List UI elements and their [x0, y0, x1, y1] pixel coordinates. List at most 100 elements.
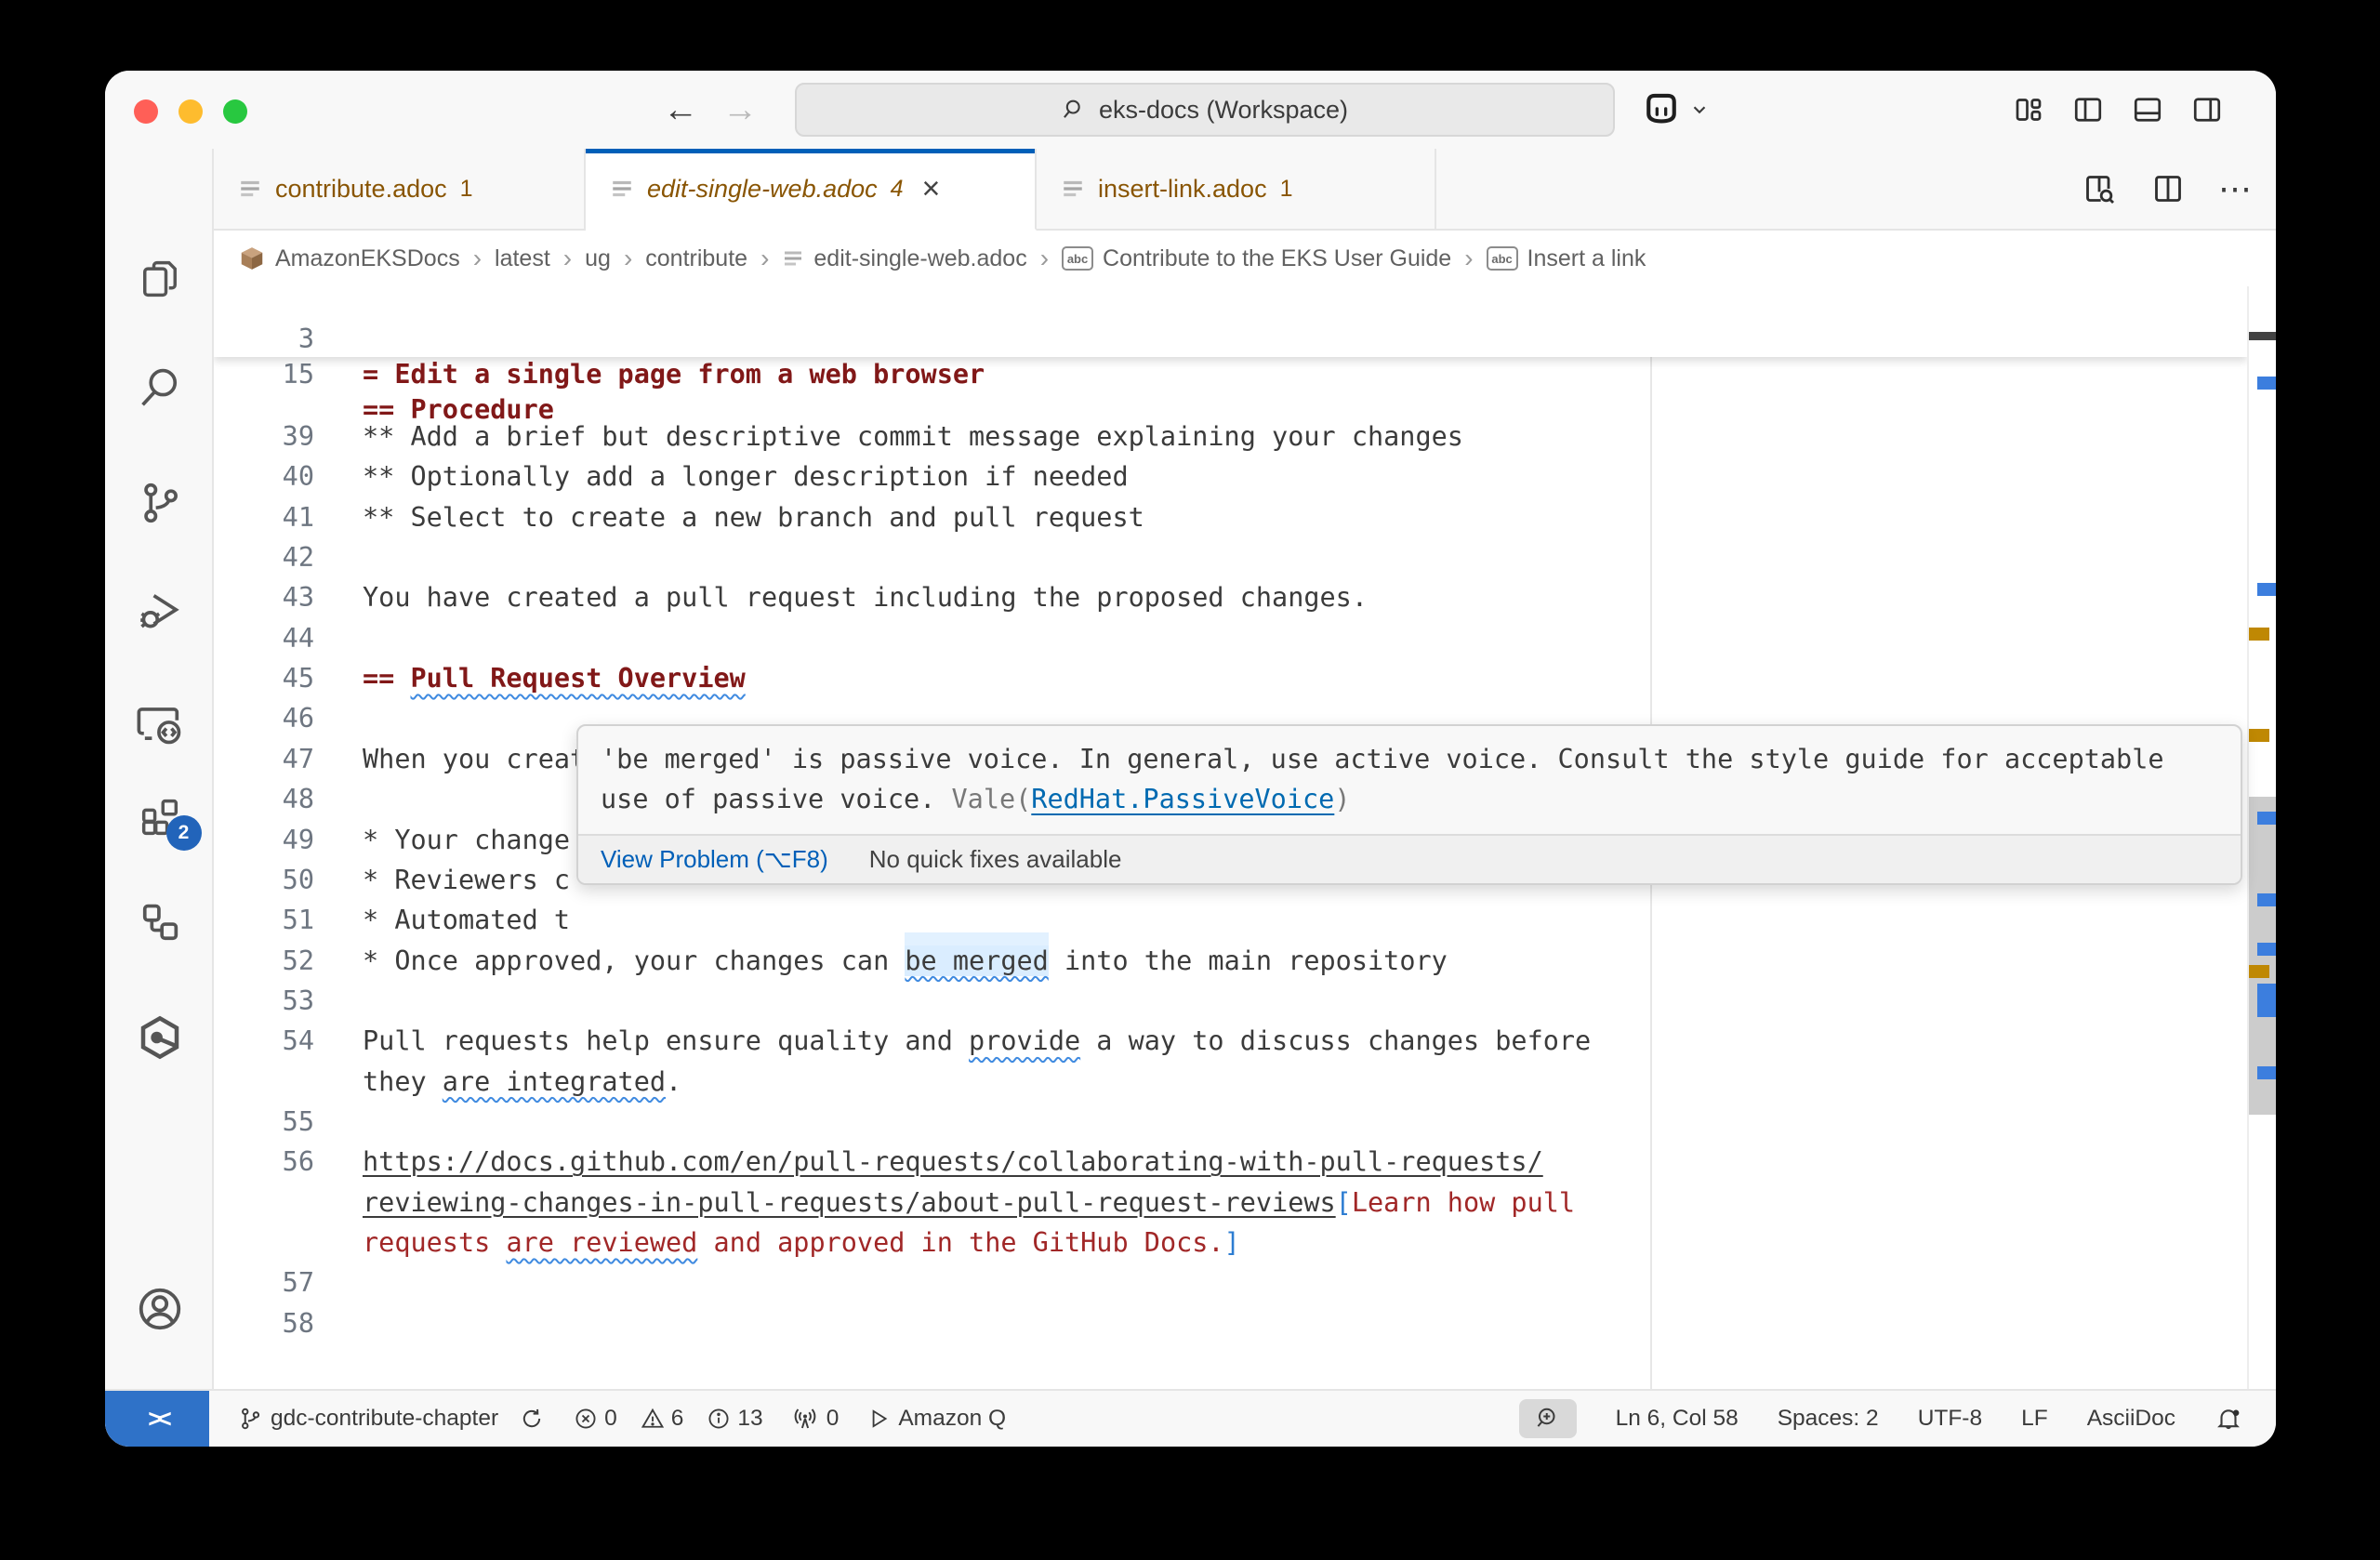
code-row[interactable]: 56https://docs.github.com/en/pull-reques… [214, 1142, 2247, 1183]
file-icon [610, 177, 634, 201]
warning-icon [640, 1406, 666, 1432]
code-row[interactable]: 41** Select to create a new branch and p… [214, 497, 2247, 538]
code-segment: ** Optionally add a longer description i… [363, 461, 1129, 492]
line-number: 45 [214, 658, 314, 698]
command-center-search[interactable]: eks-docs (Workspace) [795, 83, 1615, 137]
zoom-window-button[interactable] [223, 99, 247, 124]
code-editor[interactable]: 39** Add a brief but descriptive commit … [214, 286, 2276, 1389]
close-tab-icon[interactable]: × [922, 173, 941, 205]
code-row[interactable]: 42 [214, 537, 2247, 578]
code-row[interactable]: they are integrated. [214, 1062, 2247, 1103]
breadcrumb-item[interactable]: AmazonEKSDocs [275, 245, 460, 272]
vscode-window: ← → eks-docs (Workspace) [105, 71, 2276, 1447]
hexagon-tool-icon[interactable] [105, 1008, 214, 1067]
search-sidebar-icon[interactable] [105, 358, 214, 417]
overview-ruler[interactable] [2247, 286, 2276, 1389]
tab-edit-single-web[interactable]: edit-single-web.adoc 4 × [586, 149, 1037, 231]
copilot-menu[interactable] [1641, 71, 1710, 149]
code-row[interactable]: 55 [214, 1102, 2247, 1143]
tab-contribute[interactable]: contribute.adoc 1 [214, 149, 586, 231]
flowchart-tool-icon[interactable] [105, 893, 214, 953]
info-mark [2257, 893, 2276, 906]
line-number: 57 [214, 1263, 314, 1302]
customize-layout-icon[interactable] [2012, 93, 2045, 126]
tab-label: contribute.adoc [275, 175, 447, 204]
tab-bar: contribute.adoc 1 edit-single-web.adoc 4… [214, 149, 2276, 231]
split-editor-icon[interactable] [2149, 170, 2187, 207]
code-row[interactable]: 43You have created a pull request includ… [214, 577, 2247, 618]
info-mark [2257, 1066, 2276, 1079]
run-debug-icon[interactable] [105, 582, 214, 641]
vale-rule-link[interactable]: RedHat.PassiveVoice [1031, 784, 1334, 814]
explorer-icon[interactable] [105, 249, 214, 309]
line-number: 44 [214, 618, 314, 658]
code-row[interactable]: reviewing-changes-in-pull-requests/about… [214, 1183, 2247, 1223]
breadcrumb-separator: › [473, 244, 482, 273]
sticky-line[interactable]: 3 = Edit a single page from a web browse… [214, 286, 2247, 322]
zoom-in-item[interactable] [1519, 1399, 1577, 1438]
sync-icon [519, 1406, 545, 1432]
remote-indicator[interactable]: >< [105, 1391, 209, 1447]
status-bar-right: Ln 6, Col 58 Spaces: 2 UTF-8 LF AsciiDoc [1519, 1399, 2242, 1438]
code-row[interactable]: 52* Once approved, your changes can be m… [214, 941, 2247, 982]
language-mode-item[interactable]: AsciiDoc [2087, 1406, 2175, 1432]
breadcrumb-item[interactable]: latest [495, 245, 550, 272]
radio-tower-icon [791, 1405, 819, 1433]
breadcrumb-item[interactable]: edit-single-web.adoc [813, 245, 1026, 272]
forward-arrow-icon[interactable]: → [722, 90, 758, 130]
more-actions-icon[interactable]: ⋯ [2218, 169, 2254, 208]
breadcrumb-item[interactable]: Contribute to the EKS User Guide [1103, 245, 1451, 272]
extensions-icon[interactable]: 2 [105, 787, 214, 847]
minimize-window-button[interactable] [178, 99, 203, 124]
accounts-icon[interactable] [105, 1279, 214, 1339]
indentation-item[interactable]: Spaces: 2 [1778, 1406, 1879, 1432]
breadcrumb-item[interactable]: contribute [645, 245, 747, 272]
code-row[interactable]: 51* Automated t [214, 900, 2247, 941]
amazon-q-label: Amazon Q [898, 1406, 1006, 1432]
history-nav: ← → [663, 71, 758, 149]
breadcrumb-separator: › [1040, 244, 1049, 273]
breadcrumb-item[interactable]: ug [585, 245, 611, 272]
breadcrumb-item[interactable]: Insert a link [1527, 245, 1646, 272]
code-row[interactable]: 57 [214, 1263, 2247, 1303]
sticky-line[interactable]: 15 == Procedure [214, 322, 2247, 357]
code-segment: provide [969, 1025, 1080, 1056]
open-preview-icon[interactable] [2081, 170, 2118, 207]
encoding-item[interactable]: UTF-8 [1918, 1406, 1982, 1432]
eol-item[interactable]: LF [2021, 1406, 2048, 1432]
breadcrumb-separator: › [1464, 244, 1473, 273]
editor-actions: ⋯ [2081, 149, 2254, 229]
code-row[interactable]: 40** Optionally add a longer description… [214, 456, 2247, 497]
code-segment: requests [363, 1227, 506, 1258]
code-segment: Pull requests help ensure quality and [363, 1025, 969, 1056]
warning-mark [2249, 965, 2269, 978]
symbol-string-icon: abc [1487, 246, 1518, 271]
tab-insert-link[interactable]: insert-link.adoc 1 [1037, 149, 1436, 231]
line-number: 15 [214, 357, 314, 392]
toggle-panel-icon[interactable] [2131, 93, 2164, 126]
problems-item[interactable]: 0 6 13 [573, 1406, 763, 1432]
back-arrow-icon[interactable]: ← [663, 90, 698, 130]
code-row[interactable]: requests are reviewed and approved in th… [214, 1223, 2247, 1263]
code-row[interactable]: 58 [214, 1303, 2247, 1344]
copilot-icon [1641, 90, 1682, 129]
ports-item[interactable]: 0 [791, 1405, 840, 1433]
remote-explorer-icon[interactable] [105, 694, 214, 753]
no-quick-fixes-label: No quick fixes available [869, 845, 1122, 874]
notifications-bell-icon[interactable] [2215, 1405, 2242, 1433]
code-row[interactable]: 45== Pull Request Overview [214, 658, 2247, 699]
amazon-q-item[interactable]: Amazon Q [866, 1406, 1006, 1432]
git-branch-icon [237, 1406, 263, 1432]
code-row[interactable]: 53 [214, 981, 2247, 1022]
line-number: 49 [214, 820, 314, 860]
cursor-position-item[interactable]: Ln 6, Col 58 [1616, 1406, 1739, 1432]
branch-item[interactable]: gdc-contribute-chapter [237, 1406, 545, 1432]
code-row[interactable]: 44 [214, 618, 2247, 659]
toggle-primary-sidebar-icon[interactable] [2071, 93, 2105, 126]
toggle-secondary-sidebar-icon[interactable] [2190, 93, 2224, 126]
view-problem-button[interactable]: View Problem (⌥F8) [601, 845, 828, 874]
code-row[interactable]: 54Pull requests help ensure quality and … [214, 1021, 2247, 1062]
close-window-button[interactable] [134, 99, 158, 124]
status-bar: >< gdc-contribute-chapter 0 6 13 [105, 1389, 2276, 1447]
source-control-icon[interactable] [105, 473, 214, 533]
